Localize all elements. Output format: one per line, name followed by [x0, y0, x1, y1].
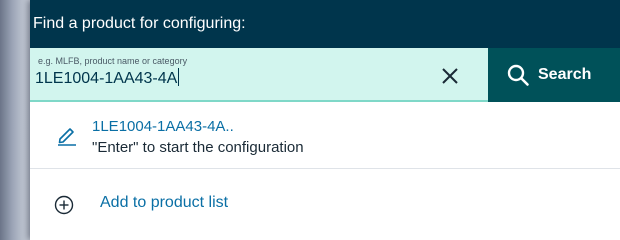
suggestion-item[interactable]: 1LE1004-1AA43-4A.. "Enter" to start the …: [30, 102, 620, 169]
search-input-value: 1LE1004-1AA43-4A: [35, 70, 178, 87]
search-input[interactable]: e.g. MLFB, product name or category 1LE1…: [30, 48, 488, 102]
search-input-placeholder: e.g. MLFB, product name or category: [38, 56, 188, 66]
pencil-icon: [58, 128, 76, 146]
magnifier-icon: [507, 64, 529, 86]
suggestion-hint: "Enter" to start the configuration: [92, 139, 304, 156]
close-icon[interactable]: [438, 64, 462, 88]
search-row: e.g. MLFB, product name or category 1LE1…: [30, 48, 620, 102]
add-to-product-list-button[interactable]: Add to product list: [30, 169, 620, 239]
search-input-value-wrap: 1LE1004-1AA43-4A: [35, 68, 180, 88]
product-finder-panel: Find a product for configuring: e.g. MLF…: [30, 0, 620, 240]
text-caret: [178, 68, 180, 86]
suggestion-title: 1LE1004-1AA43-4A..: [92, 118, 234, 135]
plus-circle-icon: [54, 195, 74, 215]
panel-header: Find a product for configuring:: [30, 0, 620, 48]
search-button[interactable]: Search: [488, 48, 620, 102]
panel-title: Find a product for configuring:: [33, 15, 246, 32]
add-to-product-list-label: Add to product list: [100, 194, 229, 211]
background: Find a product for configuring: e.g. MLF…: [0, 0, 620, 240]
search-button-label: Search: [538, 66, 592, 83]
